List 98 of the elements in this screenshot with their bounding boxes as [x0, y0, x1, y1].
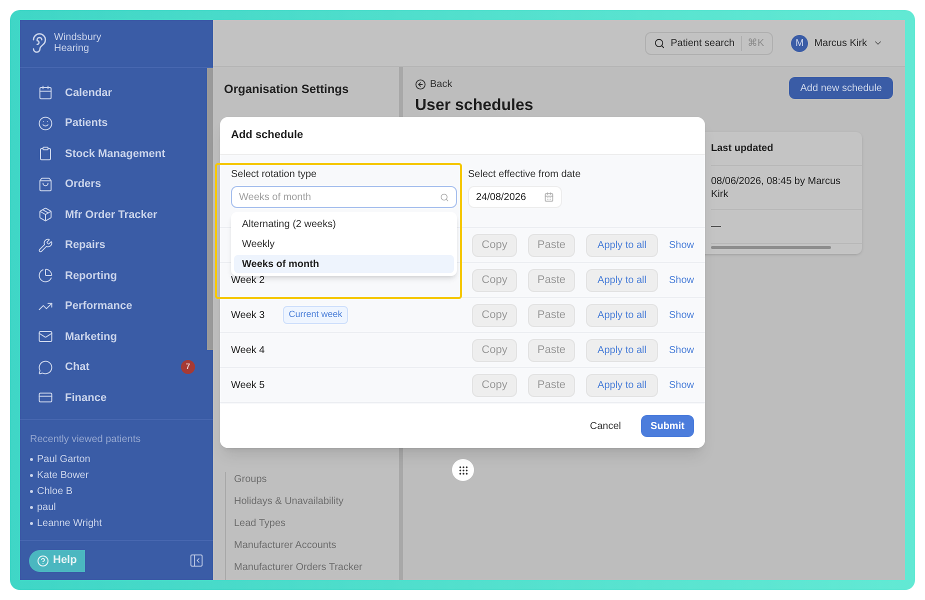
patient-link[interactable]: Leanne Wright	[37, 517, 102, 530]
nav-label: Reporting	[65, 268, 118, 284]
show-link[interactable]: Show	[669, 272, 694, 288]
patient-search-button[interactable]: Patient search ⌘K	[644, 32, 774, 54]
nav-label: Performance	[65, 299, 134, 314]
nav-label: Calendar	[65, 86, 114, 101]
calendar-icon	[544, 192, 554, 202]
patient-link[interactable]: paul	[37, 501, 56, 514]
clipboard-icon	[38, 146, 53, 162]
bullet-icon	[30, 522, 33, 526]
nav-item[interactable]: Marketing	[20, 322, 207, 352]
nav-label: Orders	[65, 177, 102, 192]
column-header: Last updated	[711, 142, 774, 156]
nav-item[interactable]: Mfr Order Tracker	[20, 200, 207, 230]
dropdown-option[interactable]: Weeks of month	[234, 255, 454, 273]
bullet-icon	[30, 474, 33, 478]
count-badge: 7	[181, 360, 195, 374]
settings-link[interactable]: Manufacturer Accounts	[234, 538, 399, 554]
search-icon	[440, 192, 449, 202]
table-cell-text: 08/06/2026, 08:45 by Marcus Kirk	[711, 174, 842, 200]
field-label: Select effective from date	[468, 168, 581, 182]
scrollbar[interactable]	[207, 68, 213, 350]
nav-item[interactable]: Chat 7	[20, 352, 207, 383]
drag-handle[interactable]	[452, 459, 474, 481]
card-icon	[38, 390, 53, 406]
nav-item[interactable]: Patients	[20, 108, 207, 139]
speech-bubble-icon	[38, 360, 53, 375]
apply-to-all-button[interactable]: Apply to all	[586, 304, 658, 326]
nav-item[interactable]: Reporting	[20, 260, 207, 292]
week-label: Week 4	[231, 344, 265, 358]
apply-to-all-button[interactable]: Apply to all	[586, 374, 658, 396]
dropdown-option[interactable]: Alternating (2 weeks)	[234, 215, 454, 233]
pie-chart-icon	[38, 268, 53, 284]
avatar: M	[791, 34, 808, 52]
show-link[interactable]: Show	[669, 378, 694, 392]
submit-button[interactable]: Submit	[641, 415, 694, 437]
nav-label: Mfr Order Tracker	[65, 208, 158, 223]
nav-label: Stock Management	[65, 146, 166, 162]
week-label: Week 2	[231, 274, 265, 288]
show-link[interactable]: Show	[669, 308, 694, 322]
nav-item[interactable]: Stock Management	[20, 138, 207, 170]
show-link[interactable]: Show	[669, 238, 694, 252]
apply-to-all-button[interactable]: Apply to all	[586, 338, 658, 362]
dialog-title: Add schedule	[231, 128, 304, 144]
bullet-icon	[30, 506, 33, 510]
smiley-icon	[38, 116, 53, 131]
question-icon	[37, 554, 49, 567]
patient-link[interactable]: Kate Bower	[37, 469, 89, 482]
search-icon	[654, 38, 665, 48]
nav-label: Chat	[65, 360, 90, 376]
nav-item[interactable]: Orders	[20, 169, 207, 200]
nav-item[interactable]: Performance	[20, 291, 207, 322]
date-field[interactable]: 24/08/2026	[468, 186, 562, 208]
horizontal-scrollbar[interactable]	[711, 246, 831, 249]
nav-item[interactable]: Repairs	[20, 230, 207, 261]
week-label: Week 3	[231, 308, 265, 322]
nav-label: Repairs	[65, 238, 106, 254]
settings-link[interactable]: Holidays & Unavailability	[234, 494, 399, 510]
back-link[interactable]: Back	[415, 77, 534, 92]
settings-link[interactable]: Manufacturer Orders Tracker	[234, 560, 399, 576]
date-input[interactable]: 24/08/2026	[476, 190, 540, 204]
patient-link[interactable]: Chloe B	[37, 485, 73, 498]
table-cell-text: —	[711, 220, 722, 233]
cancel-button[interactable]: Cancel	[586, 418, 625, 434]
nav-item[interactable]: Finance	[20, 382, 207, 414]
cube-icon	[38, 207, 53, 222]
field-label: Select rotation type	[231, 168, 318, 182]
add-schedule-button[interactable]: Add new schedule	[789, 77, 893, 99]
settings-link[interactable]: Lead Types	[234, 516, 399, 532]
brand-name: Windsbury Hearing	[54, 32, 102, 54]
section-title: Recently viewed patients	[30, 433, 142, 448]
nav-item[interactable]: Calendar	[20, 78, 207, 108]
nav-label: Marketing	[65, 330, 118, 345]
dropdown-option[interactable]: Weekly	[234, 235, 454, 253]
user-menu[interactable]: M Marcus Kirk	[791, 34, 883, 52]
apply-to-all-button[interactable]: Apply to all	[586, 234, 658, 256]
collapse-sidebar-icon[interactable]	[189, 553, 204, 568]
current-week-badge: Current week	[282, 306, 348, 324]
calendar-icon	[38, 85, 53, 100]
help-button[interactable]: Help	[29, 550, 85, 572]
rotation-search-input[interactable]: Weeks of month	[239, 190, 440, 204]
user-name: Marcus Kirk	[814, 36, 867, 50]
wrench-icon	[38, 238, 53, 253]
week-label: Week 5	[231, 378, 265, 392]
rotation-select[interactable]: Weeks of month	[231, 186, 457, 208]
page-title: User schedules	[415, 96, 534, 116]
bullet-icon	[30, 490, 33, 494]
grid-dots-icon	[458, 464, 468, 476]
nav-label: Finance	[65, 390, 108, 406]
apply-to-all-button[interactable]: Apply to all	[586, 268, 658, 292]
envelope-icon	[38, 329, 53, 344]
patient-link[interactable]: Paul Garton	[37, 453, 90, 466]
show-link[interactable]: Show	[669, 342, 694, 358]
bullet-icon	[30, 458, 33, 462]
panel-title: Organisation Settings	[223, 81, 350, 98]
nav-label: Patients	[65, 116, 109, 132]
settings-link[interactable]: Groups	[234, 472, 399, 488]
bag-icon	[38, 176, 53, 192]
